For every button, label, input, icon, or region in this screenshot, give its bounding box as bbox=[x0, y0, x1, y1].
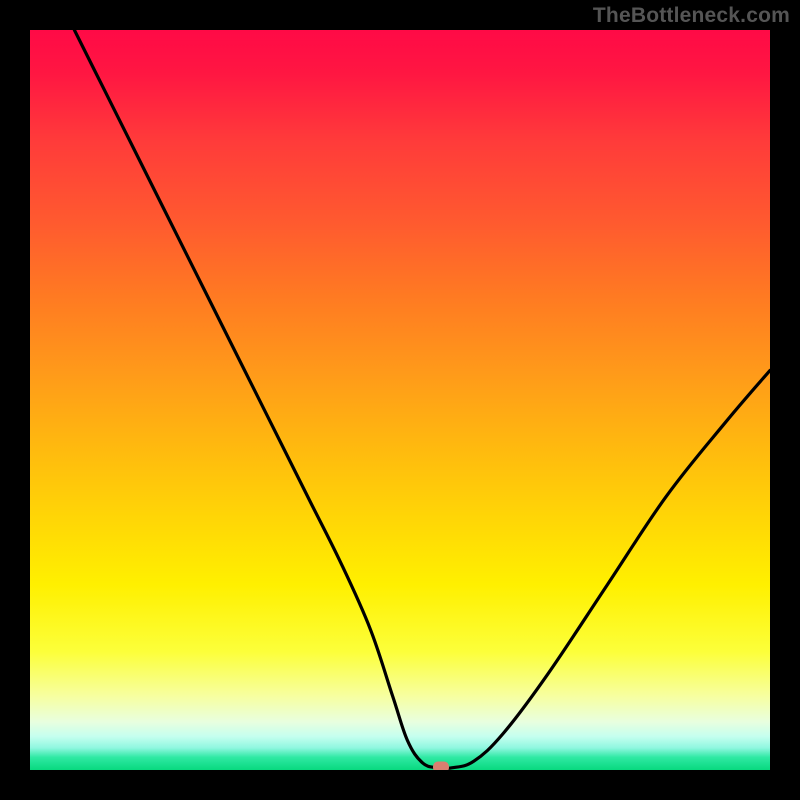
chart-frame: TheBottleneck.com bbox=[0, 0, 800, 800]
bottleneck-curve bbox=[30, 30, 770, 770]
optimal-marker bbox=[433, 762, 449, 770]
plot-area bbox=[30, 30, 770, 770]
watermark-text: TheBottleneck.com bbox=[593, 4, 790, 28]
